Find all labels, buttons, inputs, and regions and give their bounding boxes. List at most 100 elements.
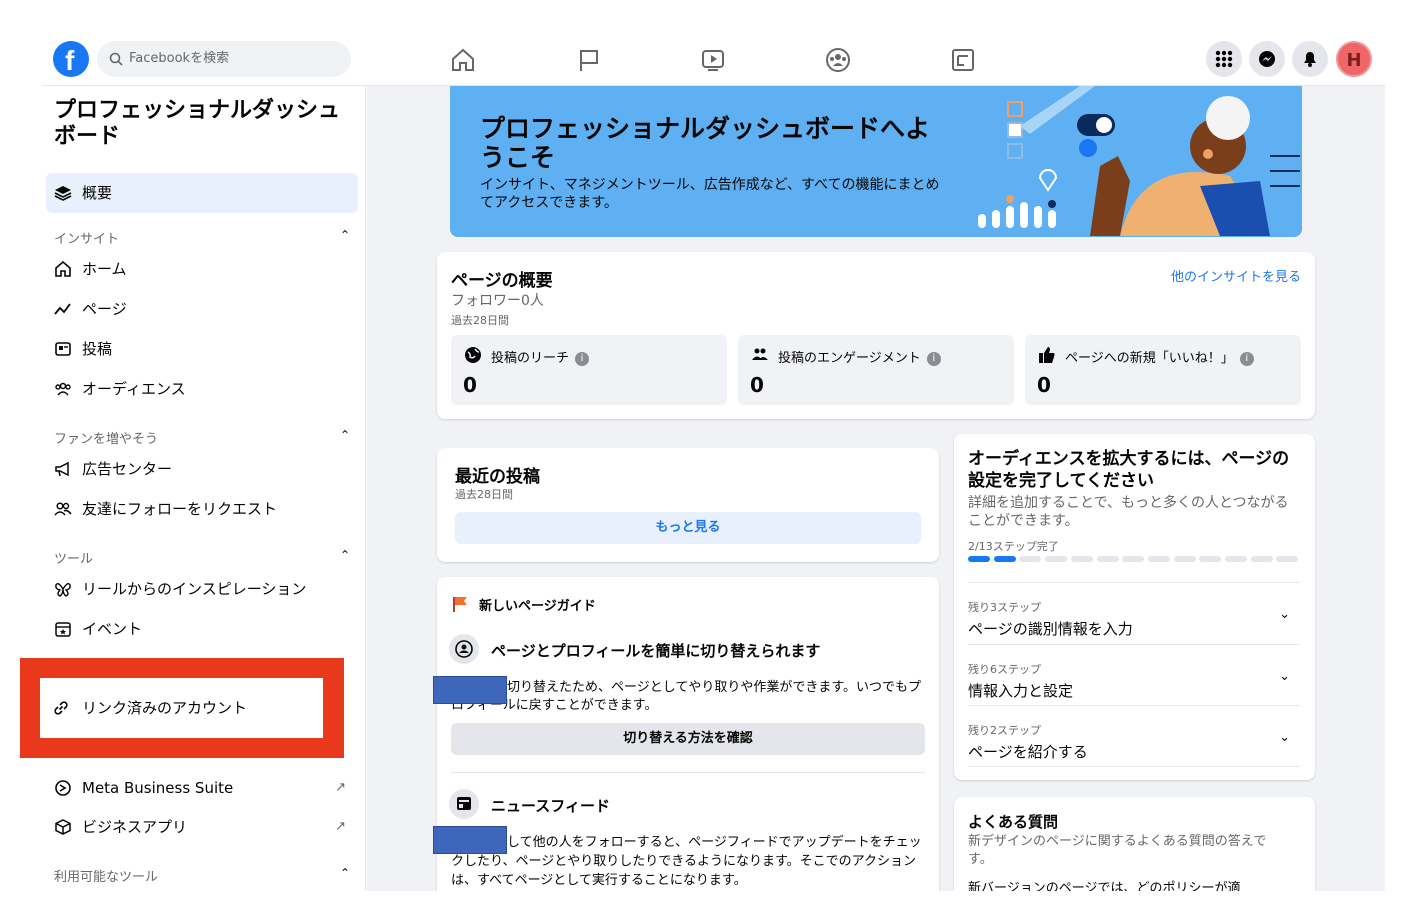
step-promote[interactable]: 残り2ステップ ページを紹介する ⌄ [968,705,1300,767]
news-feed-icon [449,789,479,819]
recent-title: 最近の投稿 [455,467,540,487]
step-count: 残り2ステップ [968,724,1041,737]
progress-segment [1147,556,1170,562]
sidebar-item-audience[interactable]: オーディエンス [46,369,358,409]
chevron-up-icon[interactable]: ⌃ [340,548,350,562]
messenger-icon[interactable] [1249,41,1285,77]
video-icon[interactable] [699,46,727,74]
chevron-up-icon[interactable]: ⌃ [340,428,350,442]
metric-label: 投稿のエンゲージメント i [778,347,941,366]
sidebar-item-label: 友達にフォローをリクエスト [82,500,278,518]
progress-segment [968,556,990,562]
external-link-icon: ↗ [335,819,346,834]
progress-segment [1070,556,1093,562]
sidebar-item-home[interactable]: ホーム [46,249,358,289]
progress-segment [1173,556,1196,562]
metric-value: 0 [750,373,764,397]
switch-text: 切り替えたため、ページとしてやり取りや作業ができます。いつでもプロフィールに戻す… [451,680,922,713]
top-bar: f Facebookを検索 H [42,34,1385,86]
see-more-button[interactable]: もっと見る [455,512,921,544]
progress-segment [1250,556,1273,562]
info-icon[interactable]: i [575,351,590,366]
section-tools[interactable]: ツール ⌃ [54,548,354,567]
sidebar-item-reels[interactable]: リールからのインスピレーション [46,569,358,609]
facebook-logo-icon[interactable]: f [53,41,89,77]
sidebar-item-label: オーディエンス [82,380,186,398]
chevron-down-icon[interactable]: ⌄ [1279,607,1290,622]
step-label: ページの識別情報を入力 [968,620,1133,638]
flag-icon[interactable] [575,46,603,74]
faq-card: よくある質問 新デザインのページに関するよくある質問の答えです。 新バージョンの… [954,797,1315,891]
banner-text: インサイト、マネジメントツール、広告作成など、すべての機能にまとめてアクセスでき… [480,177,940,211]
faq-item[interactable]: 新バージョンのページでは、どのポリシーが適 [968,877,1298,891]
section-label: ツール [54,552,94,567]
section-insights[interactable]: インサイト ⌃ [54,228,354,247]
sidebar-item-label: 広告センター [82,460,173,478]
chevron-down-icon[interactable]: ⌄ [1279,730,1290,745]
home-icon[interactable] [449,46,477,74]
redaction-box [433,826,507,854]
cube-icon [55,819,71,835]
search-input[interactable]: Facebookを検索 [97,41,351,77]
banner-illustration-icon [978,86,1300,236]
sidebar-item-ad-center[interactable]: 広告センター [46,449,358,489]
sidebar-item-business-apps[interactable]: ビジネスアプリ ↗ [46,807,358,847]
metric-value: 0 [463,373,477,397]
switch-profile-icon [449,634,479,664]
groups-icon[interactable] [824,46,852,74]
chevron-up-icon[interactable]: ⌃ [340,228,350,242]
faq-text: 新デザインのページに関するよくある質問の答えです。 [968,834,1267,867]
more-insights-link[interactable]: 他のインサイトを見る [1171,266,1301,285]
sidebar-item-meta-business[interactable]: Meta Business Suite ↗ [46,768,358,808]
layers-icon [54,186,72,201]
progress-segment [1096,556,1119,562]
sidebar-item-label: リンク済みのアカウント [82,699,248,717]
redaction-box [433,676,507,704]
sidebar-item-invite-friends[interactable]: 友達にフォローをリクエスト [46,489,358,529]
link-icon [54,701,68,715]
sidebar-item-label: ページ [82,300,127,318]
recent-period: 過去28日間 [455,488,513,501]
svg-text:f: f [65,45,75,76]
metric-new-likes[interactable]: ページへの新規「いいね！」 i 0 [1025,335,1301,405]
people-icon [55,382,71,396]
metric-engagement[interactable]: 投稿のエンゲージメント i 0 [738,335,1014,405]
metric-label: 投稿のリーチ i [491,347,590,366]
megaphone-icon [55,461,69,477]
sidebar-item-events[interactable]: イベント [46,609,358,649]
sidebar-item-page[interactable]: ページ [46,289,358,329]
metric-reach[interactable]: 投稿のリーチ i 0 [451,335,727,405]
screen: f Facebookを検索 H プロフェッショナルダッシュボード 概要 インサイ [0,0,1414,920]
switch-how-button[interactable]: 切り替える方法を確認 [451,723,925,755]
calendar-star-icon [55,622,71,637]
people-icon [752,348,768,360]
sidebar-item-linked-accounts[interactable]: リンク済みのアカウント [40,678,323,738]
progress-segment [1199,556,1222,562]
faq-title: よくある質問 [968,813,1059,831]
chevron-down-icon[interactable]: ⌄ [1279,669,1290,684]
recent-posts-card: 最近の投稿 過去28日間 もっと見る [437,448,939,562]
flag-icon [453,597,467,612]
step-info[interactable]: 残り6ステップ 情報入力と設定 ⌄ [968,644,1300,706]
gaming-icon[interactable] [949,46,977,74]
progress-segment [1045,556,1068,562]
avatar[interactable]: H [1336,41,1372,77]
sidebar-item-posts[interactable]: 投稿 [46,329,358,369]
progress-label: 2/13ステップ完了 [968,540,1059,553]
info-icon[interactable]: i [1239,351,1254,366]
section-available-tools[interactable]: 利用可能なツール ⌃ [54,866,354,885]
sidebar-item-overview[interactable]: 概要 [46,173,358,213]
search-icon [109,52,123,66]
section-label: インサイト [54,232,120,247]
chevron-up-icon[interactable]: ⌃ [340,866,350,880]
posts-icon [55,342,71,356]
section-grow[interactable]: ファンを増やそう ⌃ [54,428,354,447]
menu-grid-icon[interactable] [1206,41,1242,77]
info-icon[interactable]: i [926,351,941,366]
step-identity[interactable]: 残り3ステップ ページの識別情報を入力 ⌄ [968,582,1300,644]
main-content: プロフェッショナルダッシュボードへようこそ インサイト、マネジメントツール、広告… [367,86,1385,891]
trend-icon [54,303,71,315]
overview-title: ページの概要 [451,271,553,291]
bell-icon[interactable] [1292,41,1328,77]
metric-label: ページへの新規「いいね！」 i [1065,347,1254,366]
